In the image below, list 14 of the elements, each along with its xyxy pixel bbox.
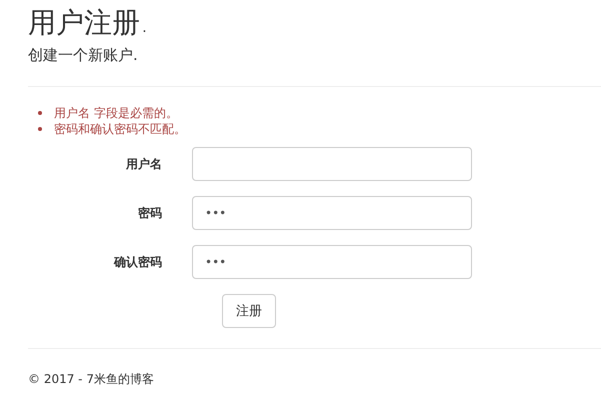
error-message: 密码和确认密码不匹配。	[54, 121, 186, 137]
input-field[interactable]: •••	[192, 245, 472, 279]
page-subtitle: 创建一个新账户.	[28, 45, 139, 66]
error-message: 用户名 字段是必需的。	[54, 105, 178, 121]
register-button[interactable]: 注册	[222, 294, 276, 328]
field-label: 确认密码	[112, 254, 163, 270]
input-field[interactable]	[192, 147, 472, 181]
field-label: 用户名	[125, 156, 163, 172]
footer-text: © 2017 - 7米鱼的博客	[28, 371, 155, 388]
bullet-icon	[38, 111, 42, 115]
input-field[interactable]: •••	[192, 196, 472, 230]
page-title: 用户注册.	[28, 5, 150, 41]
field-label: 密码	[137, 204, 163, 222]
bullet-icon	[38, 127, 42, 131]
